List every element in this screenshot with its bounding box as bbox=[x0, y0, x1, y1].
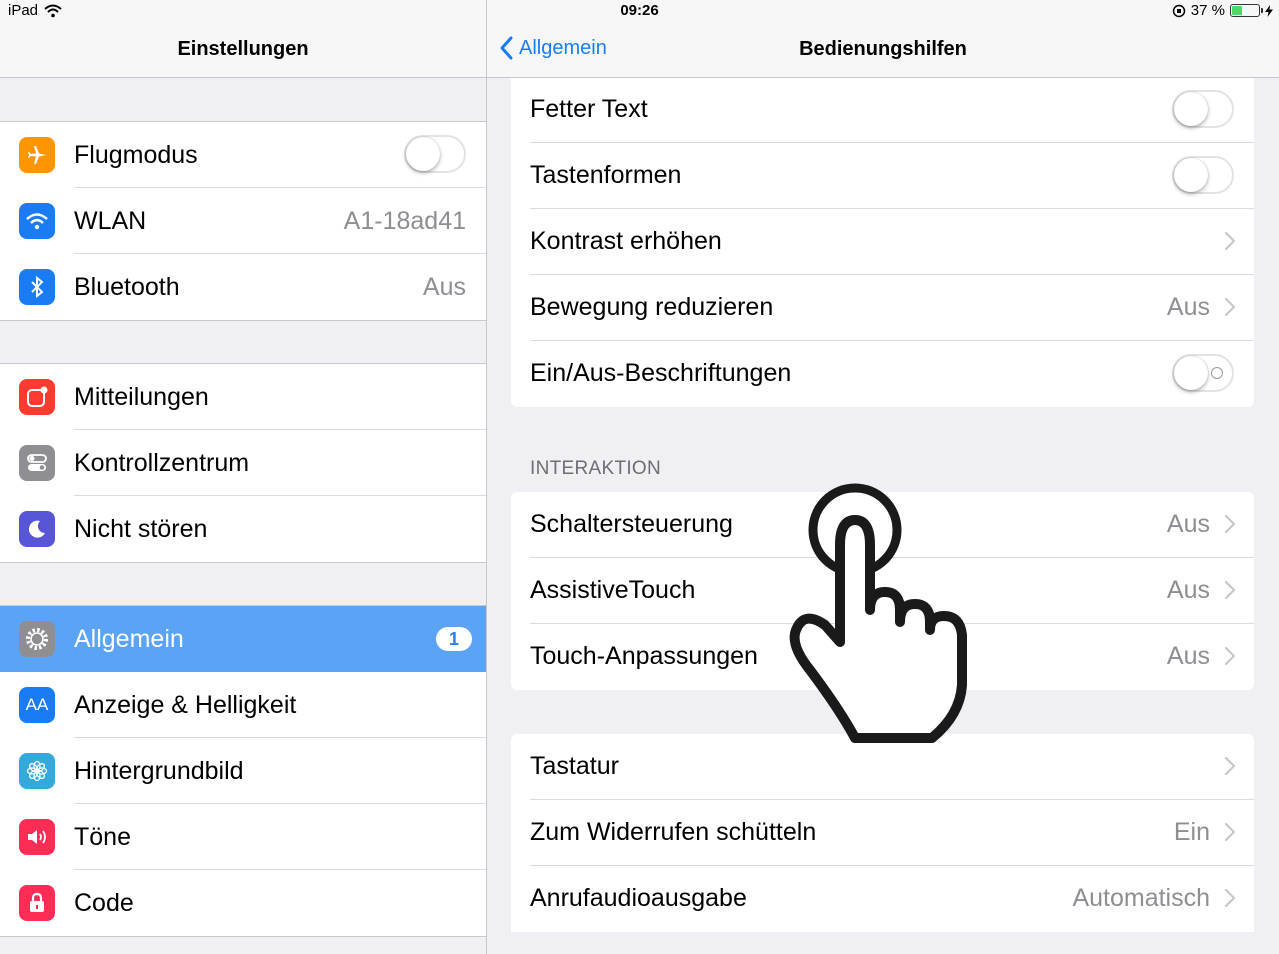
setting-value: Aus bbox=[1166, 642, 1210, 670]
orientation-lock-icon bbox=[1172, 4, 1186, 17]
sidebar-item-kontrollzentrum[interactable]: Kontrollzentrum bbox=[0, 430, 486, 496]
battery-percent: 37 % bbox=[1190, 2, 1225, 19]
setting-row-bewegung-reduzieren[interactable]: Bewegung reduzieren Aus bbox=[511, 275, 1254, 341]
sidebar-item-allgemein[interactable]: Allgemein 1 bbox=[0, 606, 486, 672]
clock: 09:26 bbox=[620, 2, 659, 19]
sidebar-item-label: WLAN bbox=[74, 206, 147, 235]
setting-label: Zum Widerrufen schütteln bbox=[530, 818, 817, 846]
chevron-right-icon bbox=[1224, 297, 1236, 317]
wifi-icon bbox=[19, 203, 55, 239]
setting-label: Tastenformen bbox=[530, 161, 682, 189]
charging-bolt-icon bbox=[1265, 4, 1273, 17]
sidebar-item-mitteilungen[interactable]: Mitteilungen bbox=[0, 364, 486, 430]
sidebar-item-label: Töne bbox=[74, 822, 131, 851]
sidebar-item-label: Kontrollzentrum bbox=[74, 448, 250, 477]
chevron-right-icon bbox=[1224, 231, 1236, 251]
setting-label: Tastatur bbox=[530, 752, 619, 780]
sidebar-item-label: Flugmodus bbox=[74, 140, 198, 169]
setting-label: Bewegung reduzieren bbox=[530, 293, 774, 321]
status-bar: iPad 09:26 37 % bbox=[0, 0, 1279, 22]
airplane-mode-toggle[interactable] bbox=[404, 135, 466, 173]
ipad-screen: Einstellungen Flugmodus WLAN A1-18ad41 Blue… bbox=[0, 0, 1279, 954]
setting-label: AssistiveTouch bbox=[530, 576, 696, 604]
setting-label: Fetter Text bbox=[530, 95, 648, 123]
chevron-right-icon bbox=[1224, 822, 1236, 842]
sidebar-item-code[interactable]: Code bbox=[0, 870, 486, 936]
sidebar-item-anzeige-helligkeit[interactable]: AA Anzeige & Helligkeit bbox=[0, 672, 486, 738]
setting-row-tastenformen[interactable]: Tastenformen bbox=[511, 143, 1254, 209]
off-indicator-icon bbox=[1211, 367, 1223, 379]
sidebar-item-value: A1-18ad41 bbox=[343, 206, 466, 235]
other-settings-group: Tastatur Zum Widerrufen schütteln Ein Anruf… bbox=[511, 734, 1254, 932]
setting-label: Kontrast erhöhen bbox=[530, 227, 722, 255]
display-settings-group: Fetter Text Tastenformen Kontrast erhöhen B… bbox=[511, 77, 1254, 407]
chevron-right-icon bbox=[1224, 580, 1236, 600]
setting-label: Ein/Aus-Beschriftungen bbox=[530, 359, 792, 387]
update-badge: 1 bbox=[436, 627, 472, 651]
setting-value: Aus bbox=[1166, 293, 1210, 321]
setting-value: Aus bbox=[1166, 510, 1210, 538]
setting-label: Touch-Anpassungen bbox=[530, 642, 758, 670]
section-header-interaktion: INTERAKTION bbox=[530, 458, 662, 479]
settings-sidebar: Einstellungen Flugmodus WLAN A1-18ad41 Blue… bbox=[0, 0, 486, 954]
chevron-right-icon bbox=[1224, 514, 1236, 534]
sidebar-item-nicht-stoeren[interactable]: Nicht stören bbox=[0, 496, 486, 562]
control-center-icon bbox=[19, 445, 55, 481]
tap-gesture-hand-icon bbox=[789, 483, 967, 743]
sidebar-group: Allgemein 1 AA Anzeige & Helligkeit Hintergr… bbox=[0, 605, 486, 937]
airplane-icon bbox=[19, 137, 55, 173]
notifications-icon bbox=[19, 379, 55, 415]
chevron-right-icon bbox=[1224, 888, 1236, 908]
sidebar-item-flugmodus[interactable]: Flugmodus bbox=[0, 122, 486, 188]
wallpaper-icon bbox=[19, 753, 55, 789]
setting-row-kontrast-erhoehen[interactable]: Kontrast erhöhen bbox=[511, 209, 1254, 275]
page-title: Bedienungshilfen bbox=[799, 38, 967, 60]
lock-icon bbox=[19, 885, 55, 921]
sidebar-item-toene[interactable]: Töne bbox=[0, 804, 486, 870]
sound-icon bbox=[19, 819, 55, 855]
sidebar-item-label: Code bbox=[74, 888, 134, 917]
setting-value: Automatisch bbox=[1072, 884, 1210, 912]
setting-row-fetter-text[interactable]: Fetter Text bbox=[511, 77, 1254, 143]
chevron-right-icon bbox=[1224, 756, 1236, 776]
chevron-right-icon bbox=[1224, 646, 1236, 666]
fetter-text-toggle[interactable] bbox=[1172, 90, 1234, 128]
setting-value: Aus bbox=[1166, 576, 1210, 604]
setting-row-ein-aus-beschriftungen[interactable]: Ein/Aus-Beschriftungen bbox=[511, 341, 1254, 407]
display-icon: AA bbox=[19, 687, 55, 723]
sidebar-item-wlan[interactable]: WLAN A1-18ad41 bbox=[0, 188, 486, 254]
setting-value: Ein bbox=[1173, 818, 1210, 846]
setting-label: Anrufaudioausgabe bbox=[530, 884, 747, 912]
setting-row-anrufaudioausgabe[interactable]: Anrufaudioausgabe Automatisch bbox=[511, 866, 1254, 932]
bluetooth-icon bbox=[19, 269, 55, 305]
setting-label: Schaltersteuerung bbox=[530, 510, 733, 538]
sidebar-item-value: Aus bbox=[422, 272, 466, 301]
sidebar-item-label: Mitteilungen bbox=[74, 382, 209, 411]
pane-divider bbox=[486, 0, 487, 954]
ein-aus-beschriftungen-toggle[interactable] bbox=[1172, 354, 1234, 392]
moon-icon bbox=[19, 511, 55, 547]
sidebar-item-bluetooth[interactable]: Bluetooth Aus bbox=[0, 254, 486, 320]
sidebar-item-label: Hintergrundbild bbox=[74, 756, 244, 785]
sidebar-item-label: Allgemein bbox=[74, 624, 184, 653]
battery-icon bbox=[1230, 4, 1263, 17]
sidebar-item-label: Bluetooth bbox=[74, 272, 180, 301]
sidebar-item-hintergrundbild[interactable]: Hintergrundbild bbox=[0, 738, 486, 804]
sidebar-item-label: Anzeige & Helligkeit bbox=[74, 690, 297, 719]
tastenformen-toggle[interactable] bbox=[1172, 156, 1234, 194]
gear-icon bbox=[19, 621, 55, 657]
sidebar-item-label: Nicht stören bbox=[74, 514, 208, 543]
sidebar-group: Mitteilungen Kontrollzentrum Nicht stören bbox=[0, 363, 486, 563]
sidebar-group: Flugmodus WLAN A1-18ad41 Bluetooth Aus bbox=[0, 121, 486, 321]
sidebar-title: Einstellungen bbox=[177, 38, 309, 60]
setting-row-zum-widerrufen-schuetteln[interactable]: Zum Widerrufen schütteln Ein bbox=[511, 800, 1254, 866]
